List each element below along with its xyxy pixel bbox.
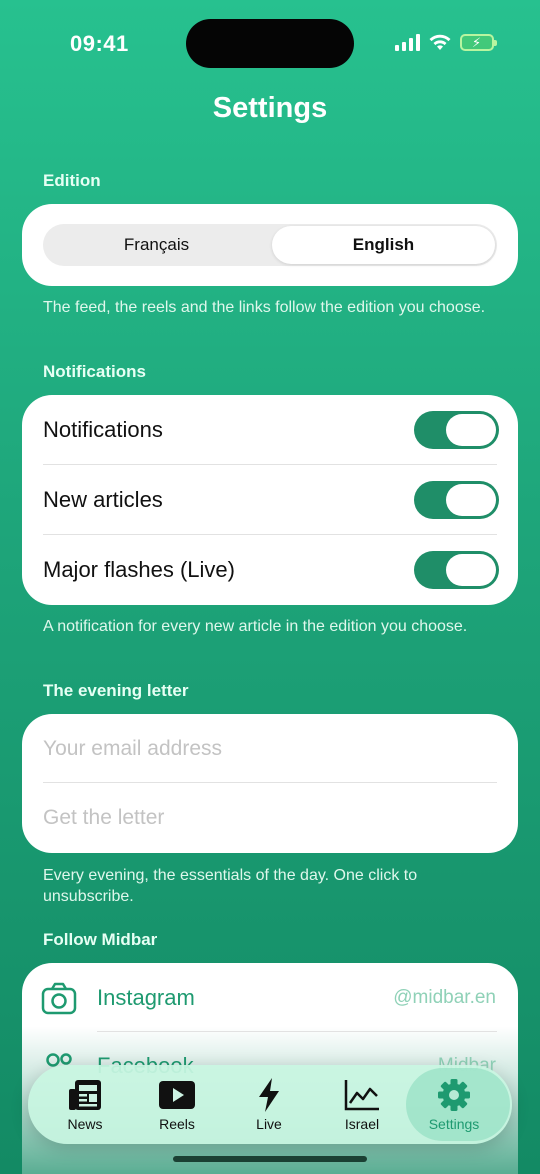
major-flashes-toggle[interactable] xyxy=(414,551,499,589)
tab-israel-label: Israel xyxy=(344,1116,380,1132)
edition-section-label: Edition xyxy=(43,171,101,190)
email-field[interactable] xyxy=(43,714,498,784)
tab-israel[interactable]: Israel xyxy=(316,1065,408,1144)
wifi-icon xyxy=(429,34,451,50)
battery-charging-icon: ⚡ xyxy=(460,33,497,51)
edition-card: Français English xyxy=(22,204,518,286)
notifications-footnote: A notification for every new article in … xyxy=(43,618,468,635)
dynamic-island xyxy=(186,19,354,68)
get-letter-button[interactable]: Get the letter xyxy=(43,783,164,853)
signal-icon xyxy=(395,33,420,51)
instagram-label: Instagram xyxy=(97,985,195,1010)
new-articles-label: New articles xyxy=(43,487,163,512)
edition-footnote: The feed, the reels and the links follow… xyxy=(43,299,486,316)
gear-icon xyxy=(438,1079,470,1111)
edition-option-english[interactable]: English xyxy=(272,226,495,264)
tab-reels-label: Reels xyxy=(159,1116,195,1132)
edition-option-francais[interactable]: Français xyxy=(43,224,270,266)
notifications-row: Notifications xyxy=(22,395,518,465)
bolt-icon xyxy=(259,1078,279,1112)
tab-live[interactable]: Live xyxy=(223,1065,315,1144)
evening-letter-card: Get the letter xyxy=(22,714,518,853)
evening-letter-footnote: Every evening, the essentials of the day… xyxy=(43,867,418,905)
notifications-label: Notifications xyxy=(43,417,163,442)
status-bar: 09:41 ⚡ xyxy=(0,0,540,90)
newspaper-icon xyxy=(69,1080,101,1110)
tab-settings-label: Settings xyxy=(428,1116,480,1132)
status-time: 09:41 xyxy=(70,31,129,56)
page-title: Settings xyxy=(212,92,328,124)
follow-section-label: Follow Midbar xyxy=(43,930,158,949)
major-flashes-label: Major flashes (Live) xyxy=(43,557,235,582)
status-icons: ⚡ xyxy=(395,33,497,51)
tab-news[interactable]: News xyxy=(39,1065,131,1144)
notifications-card: Notifications New articles Major flashes… xyxy=(22,395,518,605)
tab-reels[interactable]: Reels xyxy=(131,1065,223,1144)
tab-settings[interactable]: Settings xyxy=(406,1065,510,1144)
new-articles-row: New articles xyxy=(22,465,518,535)
play-icon xyxy=(159,1081,195,1109)
edition-segmented-control: Français English xyxy=(43,224,497,266)
instagram-row[interactable]: Instagram @midbar.en xyxy=(22,963,518,1033)
instagram-handle: @midbar.en xyxy=(393,987,496,1008)
email-row xyxy=(22,714,518,784)
tab-live-label: Live xyxy=(256,1116,282,1132)
camera-icon xyxy=(41,982,77,1015)
tab-news-label: News xyxy=(67,1116,103,1132)
notifications-section-label: Notifications xyxy=(43,362,146,381)
new-articles-toggle[interactable] xyxy=(414,481,499,519)
major-flashes-row: Major flashes (Live) xyxy=(22,535,518,605)
evening-letter-section-label: The evening letter xyxy=(43,681,189,700)
get-letter-row: Get the letter xyxy=(22,783,518,853)
notifications-toggle[interactable] xyxy=(414,411,499,449)
line-chart-icon xyxy=(344,1080,379,1111)
home-indicator xyxy=(173,1156,367,1162)
tab-bar: News Reels Live Israel Settings xyxy=(28,1065,512,1144)
